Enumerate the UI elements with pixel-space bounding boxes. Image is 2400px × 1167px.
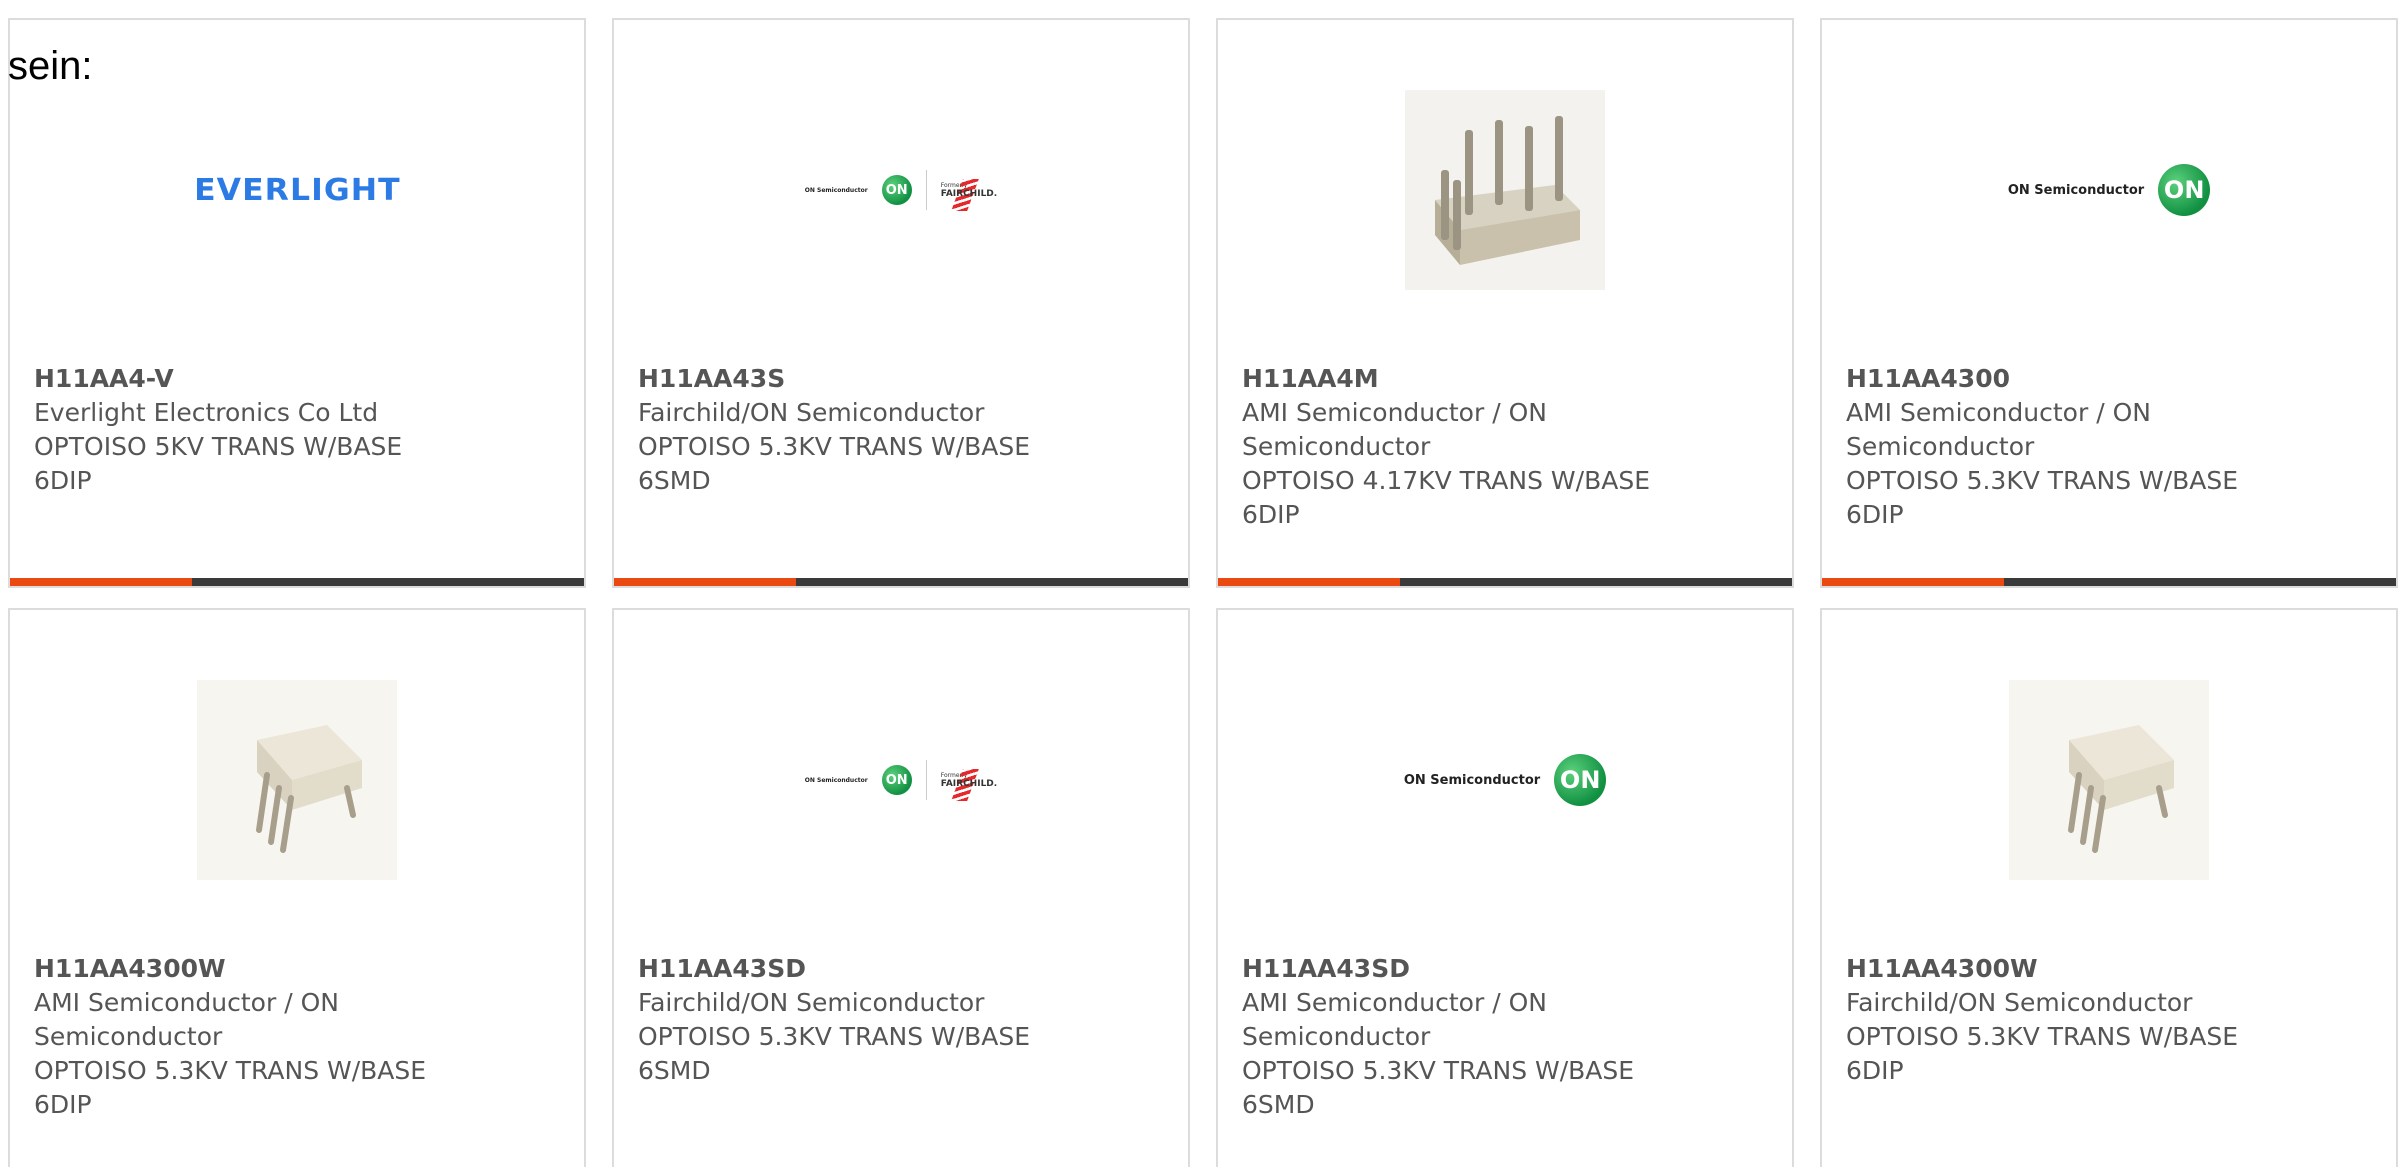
manufacturer: Fairchild/ON Semiconductor — [1846, 988, 2193, 1017]
product-image[interactable]: ON Semiconductor ON — [1218, 680, 1792, 880]
logo-divider — [925, 760, 927, 800]
package: 6DIP — [1242, 500, 1300, 529]
part-number-link[interactable]: H11AA4-V — [34, 362, 504, 396]
product-image[interactable] — [1218, 90, 1792, 290]
card-accent-bar — [1218, 578, 1400, 586]
product-info: H11AA43SD AMI Semiconductor / ON Semicon… — [1242, 952, 1712, 1122]
product-image[interactable] — [1822, 680, 2396, 880]
product-image[interactable] — [10, 680, 584, 880]
part-number-link[interactable]: H11AA4300W — [1846, 952, 2316, 986]
onsemi-wordmark: ON Semiconductor — [804, 776, 868, 784]
product-card[interactable]: EVERLIGHT H11AA4-V Everlight Electronics… — [8, 18, 586, 588]
dip6-ic-photo — [197, 680, 397, 880]
product-card[interactable]: ON Semiconductor ON H11AA43SD AMI Semico… — [1216, 608, 1794, 1167]
everlight-logo: EVERLIGHT — [193, 172, 401, 208]
product-card[interactable]: ON Semiconductor ON Formerly FAIRCHILD. … — [612, 18, 1190, 588]
package: 6SMD — [638, 1056, 711, 1085]
card-accent-bar — [1822, 578, 2004, 586]
fairchild-text: FAIRCHILD. — [940, 778, 998, 789]
dip-package-photo — [1405, 90, 1605, 290]
logo-divider — [925, 170, 927, 210]
product-grid: EVERLIGHT H11AA4-V Everlight Electronics… — [8, 18, 2400, 1167]
product-card[interactable]: ON Semiconductor ON H11AA4300 AMI Semico… — [1820, 18, 2398, 588]
onsemi-logo: ON Semiconductor ON — [1403, 754, 1607, 806]
onsemi-wordmark: ON Semiconductor — [804, 186, 868, 194]
fairchild-text: FAIRCHILD. — [940, 188, 998, 199]
card-bottom-bar — [614, 578, 1188, 586]
product-card[interactable]: H11AA4M AMI Semiconductor / ON Semicondu… — [1216, 18, 1794, 588]
product-info: H11AA4-V Everlight Electronics Co Ltd OP… — [34, 362, 504, 498]
onsemi-wordmark: ON Semiconductor — [1403, 772, 1541, 788]
product-card[interactable]: H11AA4300W Fairchild/ON Semiconductor OP… — [1820, 608, 2398, 1167]
onsemi-fairchild-logo: ON Semiconductor ON Formerly FAIRCHILD. — [804, 170, 998, 211]
description: OPTOISO 5.3KV TRANS W/BASE — [638, 432, 1031, 461]
description: OPTOISO 4.17KV TRANS W/BASE — [1242, 466, 1650, 495]
description: OPTOISO 5KV TRANS W/BASE — [34, 432, 403, 461]
manufacturer: AMI Semiconductor / ON — [34, 988, 339, 1017]
onsemi-mark: ON — [2158, 164, 2211, 216]
onsemi-mark: ON — [881, 765, 912, 795]
product-image[interactable]: EVERLIGHT — [10, 90, 584, 290]
part-number-link[interactable]: H11AA4300W — [34, 952, 504, 986]
manufacturer: Fairchild/ON Semiconductor — [638, 398, 985, 427]
manufacturer: Everlight Electronics Co Ltd — [34, 398, 379, 427]
description: OPTOISO 5.3KV TRANS W/BASE — [1242, 1056, 1635, 1085]
part-number-link[interactable]: H11AA43S — [638, 362, 1108, 396]
dip6-ic-photo — [2009, 680, 2209, 880]
product-image[interactable]: ON Semiconductor ON — [1822, 90, 2396, 290]
product-image[interactable]: ON Semiconductor ON Formerly FAIRCHILD. — [614, 90, 1188, 290]
page: sein: EVERLIGHT H11AA4-V Everlight Elect… — [0, 0, 2400, 1167]
part-number-link[interactable]: H11AA4300 — [1846, 362, 2316, 396]
description: OPTOISO 5.3KV TRANS W/BASE — [34, 1056, 427, 1085]
manufacturer-line2: Semiconductor — [34, 1022, 223, 1051]
card-bottom-bar — [10, 578, 584, 586]
manufacturer: AMI Semiconductor / ON — [1242, 398, 1547, 427]
description: OPTOISO 5.3KV TRANS W/BASE — [1846, 1022, 2239, 1051]
product-info: H11AA4M AMI Semiconductor / ON Semicondu… — [1242, 362, 1712, 532]
product-info: H11AA4300 AMI Semiconductor / ON Semicon… — [1846, 362, 2316, 532]
onsemi-fairchild-logo: ON Semiconductor ON Formerly FAIRCHILD. — [804, 760, 998, 801]
part-number-link[interactable]: H11AA43SD — [1242, 952, 1712, 986]
manufacturer: Fairchild/ON Semiconductor — [638, 988, 985, 1017]
part-number-link[interactable]: H11AA43SD — [638, 952, 1108, 986]
part-number-link[interactable]: H11AA4M — [1242, 362, 1712, 396]
description: OPTOISO 5.3KV TRANS W/BASE — [1846, 466, 2239, 495]
product-image[interactable]: ON Semiconductor ON Formerly FAIRCHILD. — [614, 680, 1188, 880]
card-accent-bar — [10, 578, 192, 586]
onsemi-logo: ON Semiconductor ON — [2007, 164, 2211, 216]
package: 6DIP — [1846, 1056, 1904, 1085]
product-info: H11AA43S Fairchild/ON Semiconductor OPTO… — [638, 362, 1108, 498]
description: OPTOISO 5.3KV TRANS W/BASE — [638, 1022, 1031, 1051]
fairchild-wordmark: FAIRCHILD. — [940, 768, 998, 801]
manufacturer-line2: Semiconductor — [1242, 1022, 1431, 1051]
product-card[interactable]: ON Semiconductor ON Formerly FAIRCHILD. … — [612, 608, 1190, 1167]
product-card[interactable]: H11AA4300W AMI Semiconductor / ON Semico… — [8, 608, 586, 1167]
package: 6SMD — [1242, 1090, 1315, 1119]
manufacturer: AMI Semiconductor / ON — [1242, 988, 1547, 1017]
manufacturer-line2: Semiconductor — [1846, 432, 2035, 461]
package: 6DIP — [34, 466, 92, 495]
fairchild-mark: Formerly FAIRCHILD. — [940, 178, 998, 211]
onsemi-mark: ON — [1554, 754, 1607, 806]
package: 6SMD — [638, 466, 711, 495]
package: 6DIP — [34, 1090, 92, 1119]
product-info: H11AA4300W AMI Semiconductor / ON Semico… — [34, 952, 504, 1122]
onsemi-mark: ON — [881, 175, 912, 205]
card-bottom-bar — [1218, 578, 1792, 586]
onsemi-wordmark: ON Semiconductor — [2007, 182, 2145, 198]
fairchild-wordmark: FAIRCHILD. — [940, 178, 998, 211]
package: 6DIP — [1846, 500, 1904, 529]
fairchild-mark: Formerly FAIRCHILD. — [940, 768, 998, 801]
product-info: H11AA43SD Fairchild/ON Semiconductor OPT… — [638, 952, 1108, 1088]
heading-fragment: sein: — [8, 44, 93, 88]
manufacturer: AMI Semiconductor / ON — [1846, 398, 2151, 427]
card-accent-bar — [614, 578, 796, 586]
manufacturer-line2: Semiconductor — [1242, 432, 1431, 461]
card-bottom-bar — [1822, 578, 2396, 586]
product-info: H11AA4300W Fairchild/ON Semiconductor OP… — [1846, 952, 2316, 1088]
